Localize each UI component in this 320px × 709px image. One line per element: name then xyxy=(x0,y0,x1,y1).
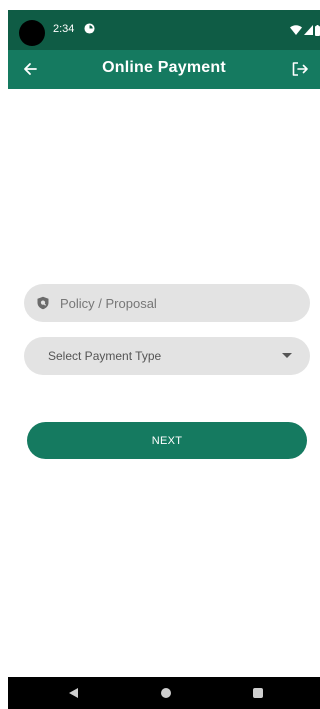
policy-proposal-field[interactable] xyxy=(24,284,310,322)
nav-home-icon[interactable] xyxy=(161,688,171,698)
payment-type-label: Select Payment Type xyxy=(48,349,162,363)
page-title: Online Payment xyxy=(102,59,226,76)
status-time: 2:34 xyxy=(53,23,75,35)
nav-back-icon[interactable] xyxy=(69,688,78,698)
payment-type-select[interactable]: Select Payment Type xyxy=(24,337,310,375)
shield-icon xyxy=(37,296,49,310)
signal-icon xyxy=(304,25,313,35)
chevron-down-icon xyxy=(282,353,292,358)
back-button[interactable] xyxy=(20,59,40,79)
phone-screen: 2:34 Online Payment Policy / Proposal Se… xyxy=(8,10,320,709)
logout-icon xyxy=(292,62,308,76)
status-icons xyxy=(290,24,320,36)
wifi-icon xyxy=(290,25,302,35)
status-bar: 2:34 xyxy=(8,10,320,50)
policy-proposal-input[interactable] xyxy=(60,284,300,322)
logout-button[interactable] xyxy=(290,59,310,79)
app-bar: Online Payment xyxy=(8,50,320,89)
arrow-left-icon xyxy=(24,63,37,75)
screen: 2:34 Online Payment Policy / Proposal Se… xyxy=(0,0,320,709)
system-nav-bar xyxy=(8,677,320,709)
next-button[interactable]: NEXT xyxy=(27,422,307,459)
app-notification-icon xyxy=(84,23,95,34)
camera-cutout xyxy=(19,20,45,46)
battery-icon xyxy=(315,24,320,36)
nav-recents-icon[interactable] xyxy=(253,688,263,698)
